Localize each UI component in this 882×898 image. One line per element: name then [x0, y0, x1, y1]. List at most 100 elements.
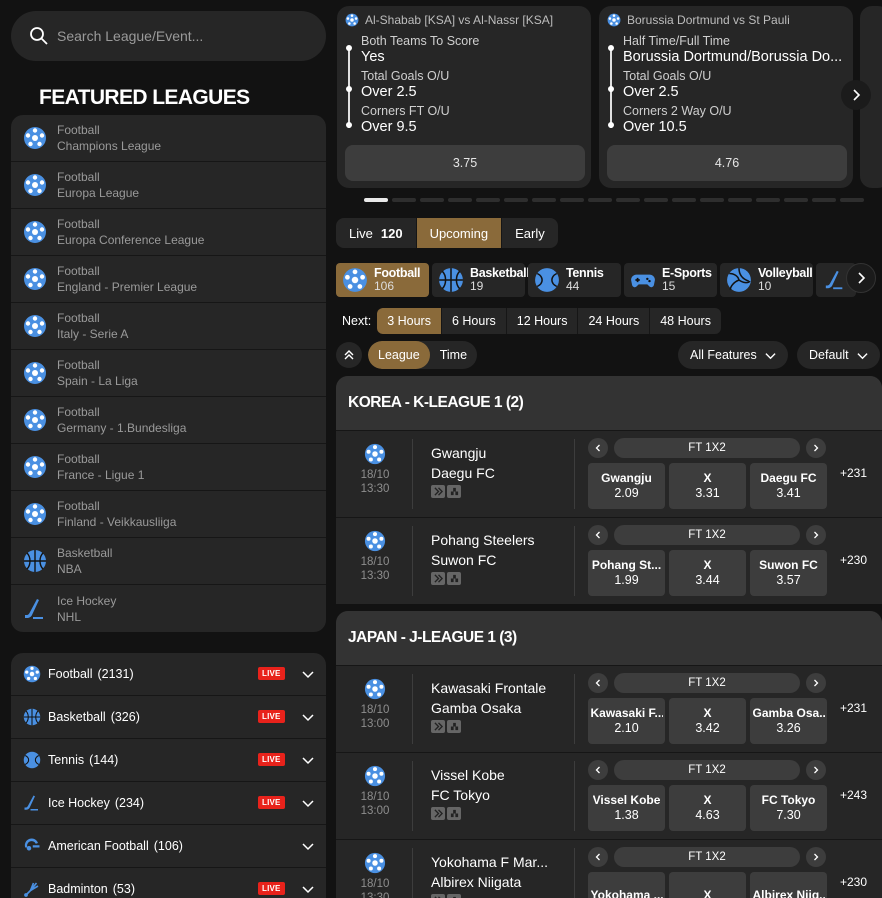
market-name[interactable]: FT 1X2 — [614, 525, 800, 545]
chevron-down-icon[interactable] — [301, 753, 315, 767]
featured-league-item[interactable]: Football Finland - Veikkausliiga — [11, 491, 326, 538]
market-next-button[interactable] — [806, 438, 826, 458]
match-row[interactable]: 18/10 13:30 Gwangju Daegu FC FT 1X2 Gwan… — [336, 430, 882, 517]
market-prev-button[interactable] — [588, 847, 608, 867]
sport-tab[interactable]: Football 106 — [336, 263, 429, 297]
odds-button[interactable]: Gamba Osa... 3.26 — [750, 698, 827, 744]
next-hours-option[interactable]: 6 Hours — [441, 308, 507, 334]
next-hours-option[interactable]: 48 Hours — [650, 308, 721, 334]
odds-button[interactable]: Gwangju 2.09 — [588, 463, 665, 509]
next-hours-option[interactable]: 12 Hours — [506, 308, 579, 334]
tab-upcoming[interactable]: Upcoming — [416, 218, 503, 248]
market-prev-button[interactable] — [588, 438, 608, 458]
match-row[interactable]: 18/10 13:00 Kawasaki Frontale Gamba Osak… — [336, 665, 882, 752]
odds-button[interactable]: X 3.42 — [669, 698, 746, 744]
live-stream-icon[interactable] — [431, 485, 445, 498]
more-markets-link[interactable]: +231 — [840, 701, 867, 715]
carousel-dot[interactable] — [644, 198, 668, 202]
group-by-time[interactable]: Time — [430, 341, 477, 369]
statistics-icon[interactable] — [447, 485, 461, 498]
market-prev-button[interactable] — [588, 760, 608, 780]
carousel-dot[interactable] — [616, 198, 640, 202]
featured-league-item[interactable]: Football France - Ligue 1 — [11, 444, 326, 491]
more-markets-link[interactable]: +230 — [840, 553, 867, 567]
sport-tab[interactable]: Basketball 19 — [432, 263, 530, 297]
chevron-down-icon[interactable] — [301, 667, 315, 681]
odds-button[interactable]: Vissel Kobe 1.38 — [588, 785, 665, 831]
sport-tab[interactable]: E-Sports 15 — [624, 263, 717, 297]
carousel-dot[interactable] — [728, 198, 752, 202]
carousel-dot[interactable] — [420, 198, 444, 202]
bet-builder-card[interactable]: Al-Shabab [KSA] vs Al-Nassr [KSA] Both T… — [337, 6, 591, 188]
carousel-dot[interactable] — [504, 198, 528, 202]
chevron-down-icon[interactable] — [301, 839, 315, 853]
tab-early[interactable]: Early — [502, 218, 558, 248]
market-name[interactable]: FT 1X2 — [614, 438, 800, 458]
featured-league-item[interactable]: Basketball NBA — [11, 538, 326, 585]
odds-button[interactable]: Pohang St... 1.99 — [588, 550, 665, 596]
carousel-dot[interactable] — [756, 198, 780, 202]
search-input[interactable] — [57, 28, 297, 44]
carousel-dot[interactable] — [840, 198, 864, 202]
odds-button[interactable]: X 4.63 — [669, 785, 746, 831]
sport-list-item[interactable]: Tennis (144) LIVE — [11, 739, 326, 782]
bet-card-odds-button[interactable]: 3.75 — [345, 145, 585, 181]
carousel-dot[interactable] — [476, 198, 500, 202]
carousel-dot[interactable] — [700, 198, 724, 202]
odds-button[interactable]: X — [669, 872, 746, 898]
odds-button[interactable]: Kawasaki F... 2.10 — [588, 698, 665, 744]
bet-builder-card[interactable]: Borussia Dortmund vs St Pauli Half Time/… — [599, 6, 853, 188]
sport-tabs-next-button[interactable] — [846, 263, 876, 293]
collapse-all-button[interactable] — [336, 342, 362, 368]
odds-button[interactable]: Daegu FC 3.41 — [750, 463, 827, 509]
bet-card-odds-button[interactable]: 4.76 — [607, 145, 847, 181]
chevron-down-icon[interactable] — [301, 796, 315, 810]
match-row[interactable]: 18/10 13:00 Vissel Kobe FC Tokyo FT 1X2 … — [336, 752, 882, 839]
statistics-icon[interactable] — [447, 807, 461, 820]
featured-league-item[interactable]: Football Europa Conference League — [11, 209, 326, 256]
next-hours-option[interactable]: 3 Hours — [377, 308, 442, 334]
carousel-dot[interactable] — [672, 198, 696, 202]
sport-list-item[interactable]: Basketball (326) LIVE — [11, 696, 326, 739]
carousel-dot[interactable] — [448, 198, 472, 202]
odds-button[interactable]: X 3.31 — [669, 463, 746, 509]
match-row[interactable]: 18/10 13:30 Pohang Steelers Suwon FC FT … — [336, 517, 882, 604]
live-stream-icon[interactable] — [431, 894, 445, 898]
sport-list-item[interactable]: Ice Hockey (234) LIVE — [11, 782, 326, 825]
sport-list-item[interactable]: American Football (106) — [11, 825, 326, 868]
chevron-down-icon[interactable] — [301, 882, 315, 896]
featured-league-item[interactable]: Football Champions League — [11, 115, 326, 162]
default-sort-dropdown[interactable]: Default — [797, 341, 880, 369]
odds-button[interactable]: Yokohama ... — [588, 872, 665, 898]
statistics-icon[interactable] — [447, 572, 461, 585]
chevron-down-icon[interactable] — [301, 710, 315, 724]
sport-tab[interactable]: Tennis 44 — [528, 263, 621, 297]
odds-button[interactable]: Suwon FC 3.57 — [750, 550, 827, 596]
market-name[interactable]: FT 1X2 — [614, 760, 800, 780]
sport-list-item[interactable]: Football (2131) LIVE — [11, 653, 326, 696]
odds-button[interactable]: X 3.44 — [669, 550, 746, 596]
more-markets-link[interactable]: +230 — [840, 875, 867, 889]
sport-list-item[interactable]: Badminton (53) LIVE — [11, 868, 326, 898]
more-markets-link[interactable]: +231 — [840, 466, 867, 480]
market-next-button[interactable] — [806, 760, 826, 780]
carousel-dot[interactable] — [560, 198, 584, 202]
league-title[interactable]: KOREA - K-LEAGUE 1 (2) — [336, 376, 882, 430]
featured-league-item[interactable]: Football Spain - La Liga — [11, 350, 326, 397]
tab-live[interactable]: Live 120 — [336, 218, 417, 248]
market-next-button[interactable] — [806, 847, 826, 867]
next-hours-option[interactable]: 24 Hours — [578, 308, 651, 334]
carousel-dot[interactable] — [588, 198, 612, 202]
match-row[interactable]: 18/10 13:30 Yokohama F Mar... Albirex Ni… — [336, 839, 882, 898]
carousel-dot[interactable] — [364, 198, 388, 202]
featured-league-item[interactable]: Football Europa League — [11, 162, 326, 209]
featured-league-item[interactable]: Ice Hockey NHL — [11, 585, 326, 632]
league-title[interactable]: JAPAN - J-LEAGUE 1 (3) — [336, 611, 882, 665]
all-features-dropdown[interactable]: All Features — [678, 341, 788, 369]
carousel-dot[interactable] — [784, 198, 808, 202]
featured-league-item[interactable]: Football England - Premier League — [11, 256, 326, 303]
carousel-dot[interactable] — [392, 198, 416, 202]
group-by-league[interactable]: League — [368, 341, 430, 369]
live-stream-icon[interactable] — [431, 572, 445, 585]
more-markets-link[interactable]: +243 — [840, 788, 867, 802]
